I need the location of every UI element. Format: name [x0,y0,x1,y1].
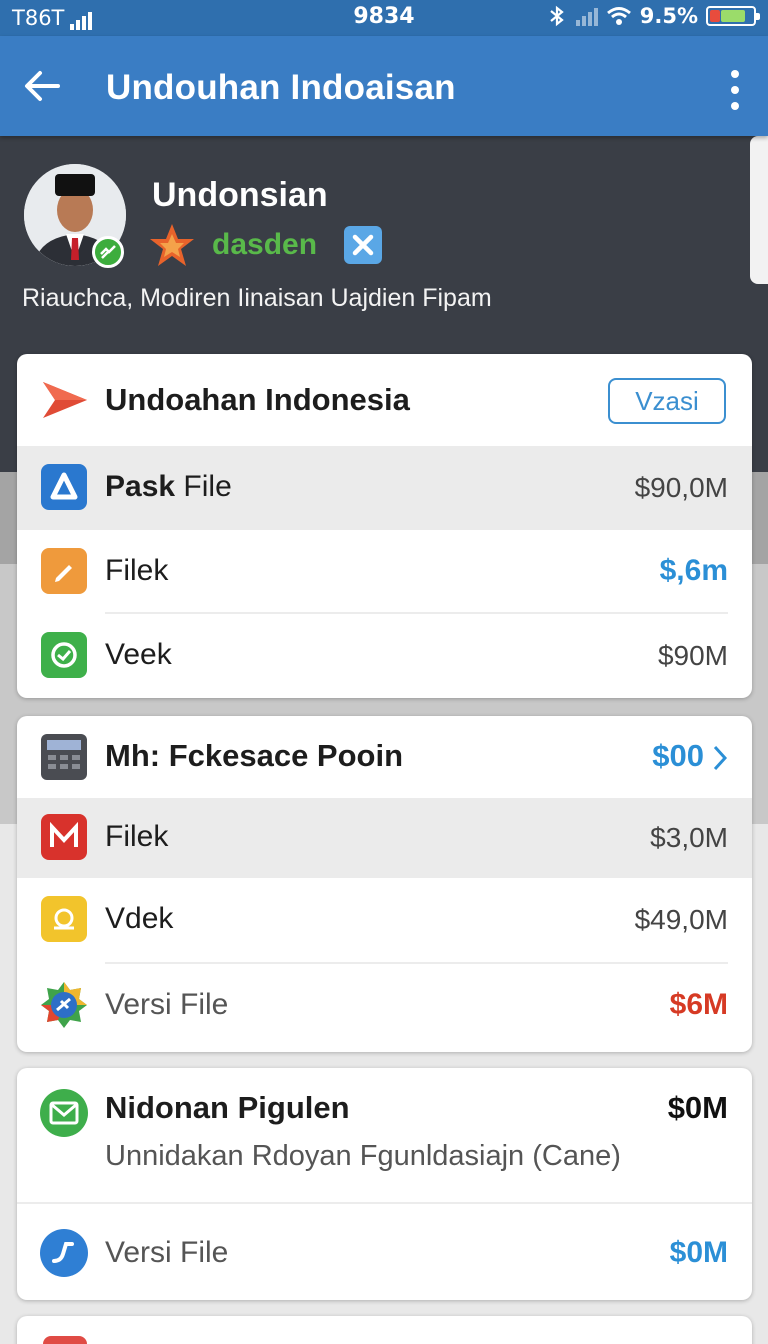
clock-app-icon [41,632,87,678]
folder-app-icon [41,896,87,942]
card-subtitle: Unnidakan Rdoyan Fgunldasiajn (Cane) [105,1140,621,1172]
card-title: Undoahan Indonesia [105,382,410,417]
card-fckesace-pooin: Mh: Fckesace Pooin $00 Filek $3,0M Vdek … [17,716,752,1052]
triangle-app-icon [41,464,87,510]
next-card-icon [43,1336,87,1344]
wifi-icon [606,7,631,25]
card-header-value: $0M [667,1090,728,1125]
card-header-value: $00 [652,738,704,773]
list-item-value: $49,0M [634,904,728,935]
profile-description: Riauchca, Modiren Iinaisan Uajdien Fipam [22,284,492,312]
list-item-label: Pask File [105,470,232,504]
list-item[interactable]: Versi File $0M [17,1204,752,1300]
back-arrow-icon[interactable] [22,66,62,106]
calculator-icon [41,734,87,780]
list-item-value: $90M [657,640,728,671]
list-item-value: $90,0M [634,472,728,503]
card-header[interactable]: Nidonan Pigulen $0M Unnidakan Rdoyan Fgu… [17,1068,752,1204]
compass-badge-icon [41,982,87,1028]
app-bar: Undouhan Indoaisan [0,36,768,136]
battery-icon [706,6,760,26]
pencil-app-icon [41,548,87,594]
signal-weak-icon [575,6,598,26]
battery-percent: 9.5% [639,4,698,28]
list-item[interactable]: Versi File $6M [17,964,752,1052]
profile-name: Undonsian [152,176,328,214]
list-item[interactable]: Filek $,6m [17,530,752,614]
list-item-label: Veek [105,638,172,671]
card-header[interactable]: Mh: Fckesace Pooin $00 [17,716,752,798]
card-title: Mh: Fckesace Pooin [105,738,404,773]
list-item-label: Filek [105,820,169,853]
star-badge-icon [150,224,194,266]
list-item[interactable]: Vdek $49,0M [17,878,752,964]
list-item[interactable]: Pask File $90,0M [17,446,752,530]
list-item-value: $0M [669,1236,728,1269]
list-item-label-bold: Pask [105,470,176,503]
status-bar: T86T 9834 9.5% [0,0,768,36]
music-note-icon [40,1229,88,1277]
list-item-value: $6M [669,988,728,1021]
verified-badge-icon [92,236,124,268]
list-item-value: $3,0M [650,822,728,853]
list-item-label: Versi File [105,1236,229,1269]
list-item-label: Vdek [105,902,174,935]
card-nidonan-pigulen: Nidonan Pigulen $0M Unnidakan Rdoyan Fgu… [17,1068,752,1300]
bluetooth-icon [550,5,564,27]
list-item[interactable]: Filek $3,0M [17,798,752,878]
list-item-value: $,6m [659,554,728,587]
status-right: 9.5% [546,4,760,28]
version-button[interactable]: Vzasi [608,378,726,424]
gmail-app-icon [41,814,87,860]
card-undoahan-indonesia: Undoahan Indonesia Vzasi Pask File $90,0… [17,354,752,698]
mail-icon [40,1089,88,1137]
list-item-label: Versi File [105,988,229,1021]
list-item-label: Filek [105,554,169,587]
close-badge-icon[interactable] [344,226,382,264]
play-arrow-icon [43,382,87,418]
card-header[interactable]: Undoahan Indonesia Vzasi [17,354,752,446]
more-options-icon[interactable] [730,70,740,110]
card-title: Nidonan Pigulen [105,1090,350,1125]
chevron-right-icon[interactable] [712,744,728,772]
page-title: Undouhan Indoaisan [106,68,456,107]
scrollbar[interactable] [750,136,768,284]
card-next [17,1316,752,1344]
profile-tag: dasden [212,228,318,261]
list-item[interactable]: Veek $90M [17,614,752,698]
list-item-label-rest: File [183,470,232,503]
version-button-label: Vzasi [635,386,699,416]
